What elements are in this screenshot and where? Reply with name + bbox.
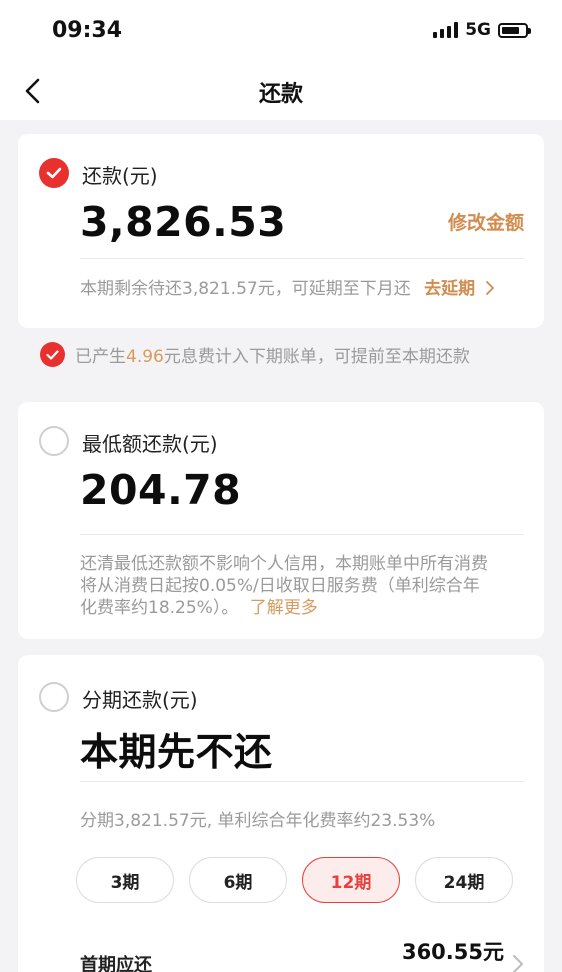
min-repay-desc-line1: 还清最低还款额不影响个人信用，本期账单中所有消费 <box>80 554 488 574</box>
min-repay-amount: 204.78 <box>80 466 242 514</box>
first-payment-amount: 360.55元 <box>401 940 504 964</box>
defer-row: 本期剩余待还3,821.57元，可延期至下月还 去延期 <box>80 278 495 300</box>
divider <box>80 258 524 259</box>
defer-link[interactable]: 去延期 <box>424 279 495 299</box>
check-icon <box>46 167 62 179</box>
notice-interest-amount: 4.96 <box>126 347 164 367</box>
period-option-12[interactable]: 12期 <box>302 857 400 903</box>
min-repay-desc-line2: 将从消费日起按0.05%/日收取日服务费（单利综合年 <box>80 576 480 596</box>
installment-card[interactable]: 分期还款(元) 本期先不还 分期3,821.57元, 单利综合年化费率约23.5… <box>18 655 544 972</box>
signal-icon <box>433 22 459 38</box>
period-option-3[interactable]: 3期 <box>76 857 174 903</box>
interest-notice: 已产生4.96元息费计入下期账单，可提前至本期还款 <box>40 342 470 367</box>
page-title: 还款 <box>258 82 303 107</box>
divider <box>80 534 524 535</box>
nav-bar: 还款 <box>0 62 562 120</box>
defer-link-label: 去延期 <box>424 279 476 299</box>
min-repay-desc: 还清最低还款额不影响个人信用，本期账单中所有消费 将从消费日起按0.05%/日收… <box>80 553 530 619</box>
learn-more-link[interactable]: 了解更多 <box>250 598 318 618</box>
battery-icon <box>498 22 531 38</box>
full-repay-card[interactable]: 还款(元) 3,826.53 修改金额 本期剩余待还3,821.57元，可延期至… <box>18 134 544 328</box>
status-indicators: 5G <box>433 20 531 40</box>
first-payment-label: 首期应还 <box>80 955 152 972</box>
status-bar: 09:34 5G <box>0 0 562 62</box>
period-selector: 3期 6期 12期 24期 <box>76 857 513 903</box>
network-type: 5G <box>465 20 491 40</box>
notice-suffix: 元息费计入下期账单，可提前至本期还款 <box>163 347 470 367</box>
divider <box>80 781 524 782</box>
notice-prefix: 已产生 <box>75 347 126 367</box>
installment-headline: 本期先不还 <box>80 730 273 774</box>
period-option-6[interactable]: 6期 <box>189 857 287 903</box>
period-option-24[interactable]: 24期 <box>415 857 513 903</box>
full-repay-amount: 3,826.53 <box>80 198 287 246</box>
installment-radio[interactable] <box>39 682 69 712</box>
chevron-right-icon[interactable] <box>512 955 524 972</box>
full-repay-label: 还款(元) <box>82 164 158 188</box>
min-repay-radio[interactable] <box>39 426 69 456</box>
remaining-desc: 本期剩余待还3,821.57元，可延期至下月还 <box>80 279 411 299</box>
status-time: 09:34 <box>52 18 123 43</box>
full-repay-radio[interactable] <box>39 158 69 188</box>
edit-amount-button[interactable]: 修改金额 <box>448 208 524 235</box>
installment-desc: 分期3,821.57元, 单利综合年化费率约23.53% <box>80 811 436 831</box>
min-repay-desc-line3: 化费率约18.25%）。 <box>80 598 239 618</box>
installment-label: 分期还款(元) <box>82 688 198 712</box>
chevron-right-icon <box>486 281 494 295</box>
notice-check-icon <box>40 342 65 367</box>
min-repay-card[interactable]: 最低额还款(元) 204.78 还清最低还款额不影响个人信用，本期账单中所有消费… <box>18 402 544 639</box>
min-repay-label: 最低额还款(元) <box>82 432 218 456</box>
